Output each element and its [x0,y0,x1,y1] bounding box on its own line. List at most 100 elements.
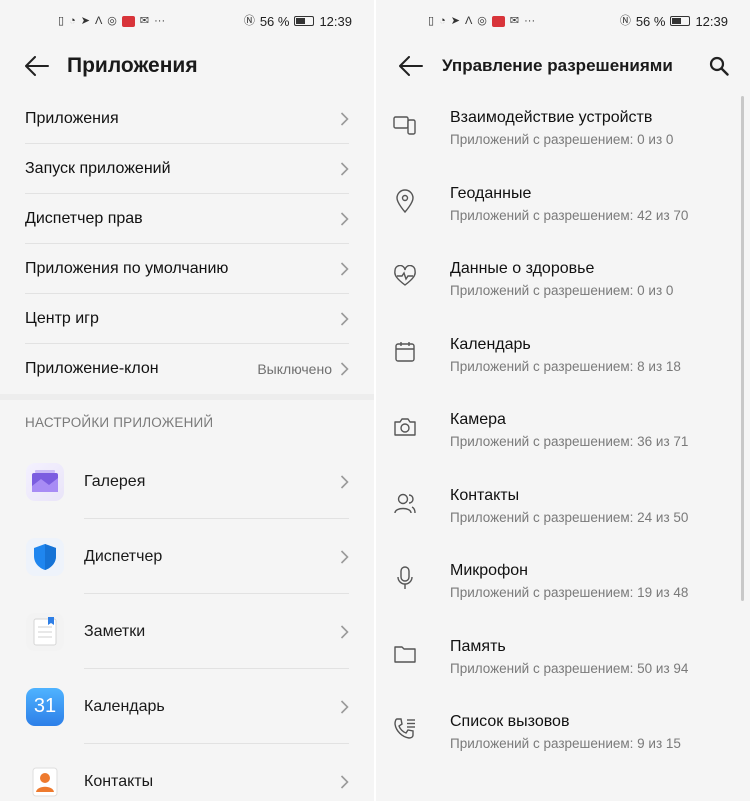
microphone-icon [392,565,418,591]
chevron-right-icon [340,161,349,176]
search-icon [709,56,729,76]
permission-row-contacts[interactable]: Контакты Приложений с разрешением: 24 из… [376,466,750,542]
chevron-right-icon [340,311,349,326]
nfc-icon: Ⓝ [619,15,631,27]
permission-name: Данные о здоровье [450,260,595,277]
chevron-right-icon [340,111,349,126]
permission-name: Память [450,637,506,655]
chevron-right-icon [340,774,349,789]
wifi-icon: ◔ [439,15,446,27]
back-button[interactable] [396,52,426,80]
permissions-screen: ▯ ◔ ➤ Λ ◎ ✉ ··· Ⓝ 56 % 12:39 Управление … [376,0,750,801]
app-row-calendar[interactable]: 31 Календарь [0,669,374,744]
permission-name: Список вызовов [450,713,570,730]
permission-row-microphone[interactable]: Микрофон Приложений с разрешением: 19 из… [376,541,750,617]
notes-icon [26,612,64,651]
page-title: Управление разрешениями [442,56,673,75]
menu-item-default-apps[interactable]: Приложения по умолчанию [25,244,349,294]
news-icon [121,15,135,27]
more-icon: ··· [154,15,166,27]
section-header: НАСТРОЙКИ ПРИЛОЖЕНИЙ [25,415,214,430]
permission-row-camera[interactable]: Камера Приложений с разрешением: 36 из 7… [376,390,750,466]
permission-name: Контакты [450,486,520,504]
app-bar: Приложения [0,42,374,90]
permission-row-calendar[interactable]: Календарь Приложений с разрешением: 8 из… [376,315,750,391]
status-right: Ⓝ 56 % 12:39 [620,14,728,29]
permission-count: Приложений с разрешением: 36 из 71 [450,434,689,449]
call-log-icon [392,716,418,742]
chevron-right-icon [340,362,349,376]
app-name: Календарь [84,697,165,715]
permission-row-storage[interactable]: Память Приложений с разрешением: 50 из 9… [376,617,750,693]
battery-percent: 56 % [259,13,290,29]
shield-icon [26,537,64,576]
arrow-left-icon [25,56,49,76]
permission-count: Приложений с разрешением: 50 из 94 [450,660,689,676]
search-button[interactable] [706,53,732,79]
permission-count: Приложений с разрешением: 24 из 50 [450,509,689,525]
scrollbar[interactable] [741,96,744,601]
status-bar: ▯ ◔ ➤ Λ ◎ ✉ ··· Ⓝ 56 % 12:39 [376,0,750,42]
permission-count: Приложений с разрешением: 0 из 0 [450,132,674,147]
app-name: Диспетчер [84,547,163,565]
app-row-gallery[interactable]: Галерея [0,444,374,519]
chevron-right-icon [340,261,349,276]
mail-icon: ✉ [509,15,520,27]
permission-count: Приложений с разрешением: 19 из 48 [450,585,689,600]
app-name: Заметки [84,622,146,640]
battery-icon [670,16,691,26]
notification-icons: ▯ ◔ ➤ Λ ◎ ✉ ··· [58,15,165,27]
apps-screen: ▯ ◔ ➤ Λ ◎ ✉ ··· Ⓝ 56 % 12:39 Приложения … [0,0,374,801]
app-name: Контакты [84,772,154,790]
menu-item-label: Приложение-клон [25,360,159,377]
clock: 12:39 [319,13,352,29]
app-bar: Управление разрешениями [376,42,750,90]
camera-icon [392,414,418,440]
chevron-right-icon [340,474,349,489]
calendar-icon [392,339,418,365]
permissions-list: Взаимодействие устройств Приложений с ра… [376,88,750,768]
menu-item-label: Приложения по умолчанию [25,259,229,277]
permission-row-call-log[interactable]: Список вызовов Приложений с разрешением:… [376,692,750,768]
news-icon [491,15,505,27]
app-row-notes[interactable]: Заметки [0,594,374,669]
permission-row-health[interactable]: Данные о здоровье Приложений с разрешени… [376,239,750,315]
chevron-right-icon [340,549,349,564]
health-icon [392,263,418,289]
menu-item-apps[interactable]: Приложения [25,94,349,144]
menu-item-label: Центр игр [25,309,99,327]
app-icon: Λ [464,15,473,27]
contacts-icon [26,762,64,801]
app-row-contacts[interactable]: Контакты [0,744,374,801]
menu-item-game-center[interactable]: Центр игр [25,294,349,344]
permission-name: Камера [450,411,506,428]
instagram-icon: ◎ [107,15,117,27]
devices-icon [392,112,418,138]
sim-icon: ▯ [58,15,65,27]
telegram-icon: ➤ [450,15,460,27]
back-button[interactable] [22,52,52,80]
menu-item-app-launch[interactable]: Запуск приложений [25,144,349,194]
menu-item-permissions[interactable]: Диспетчер прав [25,194,349,244]
more-icon: ··· [524,15,536,27]
apps-menu: Приложения Запуск приложений Диспетчер п… [0,94,374,394]
permission-count: Приложений с разрешением: 8 из 18 [450,358,681,374]
sim-icon: ▯ [428,15,435,27]
menu-item-label: Запуск приложений [25,159,171,177]
menu-item-label: Диспетчер прав [25,209,143,227]
chevron-right-icon [340,211,349,226]
notification-icons: ▯ ◔ ➤ Λ ◎ ✉ ··· [428,15,535,27]
menu-item-label: Приложения [25,109,119,127]
app-name: Галерея [84,472,146,490]
status-right: Ⓝ 56 % 12:39 [244,14,352,29]
wifi-icon: ◔ [69,15,76,27]
section-divider [0,394,374,400]
permission-name: Взаимодействие устройств [450,109,653,126]
page-title: Приложения [67,54,198,77]
permission-row-devices[interactable]: Взаимодействие устройств Приложений с ра… [376,88,750,164]
status-bar: ▯ ◔ ➤ Λ ◎ ✉ ··· Ⓝ 56 % 12:39 [0,0,374,42]
app-row-manager[interactable]: Диспетчер [0,519,374,594]
permission-row-location[interactable]: Геоданные Приложений с разрешением: 42 и… [376,164,750,240]
menu-item-app-twin[interactable]: Приложение-клон Выключено [25,344,349,394]
permission-count: Приложений с разрешением: 0 из 0 [450,283,674,298]
